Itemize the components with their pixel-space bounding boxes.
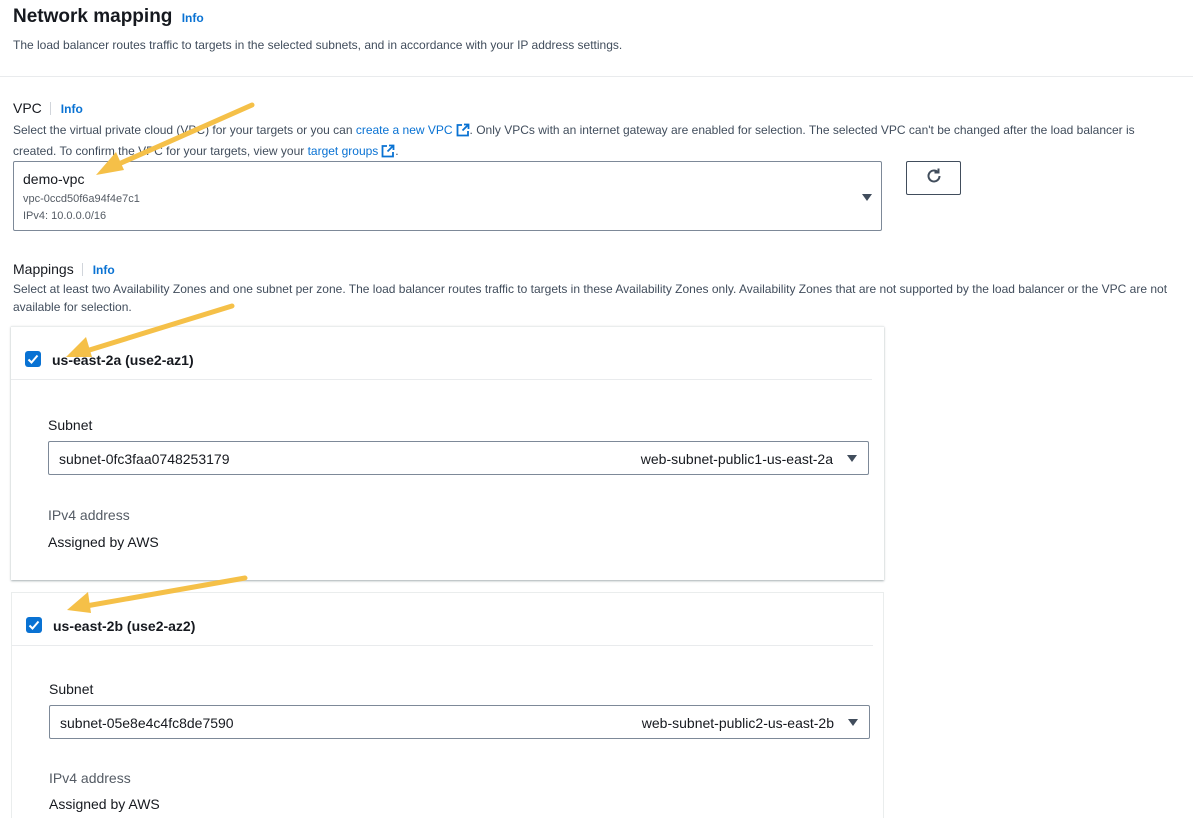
target-groups-link[interactable]: target groups — [308, 144, 379, 158]
caret-down-icon — [862, 194, 872, 201]
checkmark-icon — [28, 620, 40, 630]
vpc-label-row: VPC Info — [13, 100, 83, 116]
vpc-select[interactable]: demo-vpc vpc-0ccd50f6a94f4e7c1 IPv4: 10.… — [13, 161, 882, 231]
zone-checkbox[interactable] — [26, 617, 42, 633]
zone-header: us-east-2a (use2-az1) — [11, 327, 872, 380]
mappings-description: Select at least two Availability Zones a… — [13, 282, 1168, 314]
caret-down-icon — [847, 455, 857, 462]
subnet-id: subnet-0fc3faa0748253179 — [59, 451, 230, 467]
create-vpc-link[interactable]: create a new VPC — [356, 123, 453, 137]
mappings-label: Mappings — [13, 261, 74, 277]
availability-zone-card: us-east-2a (use2-az1) Subnet subnet-0fc3… — [11, 326, 884, 580]
vpc-desc-text-3: . — [395, 144, 399, 158]
zone-header: us-east-2b (use2-az2) — [12, 593, 873, 646]
network-mapping-header: Network mapping Info The load balancer r… — [0, 0, 1193, 77]
vpc-info-link[interactable]: Info — [61, 102, 83, 116]
mappings-label-row: Mappings Info — [13, 261, 115, 277]
ipv4-address-value: Assigned by AWS — [49, 796, 160, 812]
subnet-label: Subnet — [48, 417, 93, 433]
vpc-selected-name: demo-vpc — [23, 171, 85, 187]
subnet-select[interactable]: subnet-0fc3faa0748253179 web-subnet-publ… — [48, 441, 869, 475]
checkmark-icon — [27, 354, 39, 364]
vpc-desc-text-1: Select the virtual private cloud (VPC) f… — [13, 123, 356, 137]
divider — [49, 102, 51, 115]
mappings-info-link[interactable]: Info — [93, 263, 115, 277]
caret-down-icon — [848, 719, 858, 726]
subnet-select[interactable]: subnet-05e8e4c4fc8de7590 web-subnet-publ… — [49, 705, 870, 739]
refresh-icon — [925, 167, 943, 190]
vpc-selected-id: vpc-0ccd50f6a94f4e7c1 — [23, 193, 140, 205]
subnet-id: subnet-05e8e4c4fc8de7590 — [60, 715, 234, 731]
divider — [81, 263, 83, 276]
subnet-label: Subnet — [49, 681, 94, 697]
section-title-text: Network mapping — [13, 6, 173, 27]
availability-zone-card: us-east-2b (use2-az2) Subnet subnet-05e8… — [11, 592, 884, 818]
subnet-name: web-subnet-public2-us-east-2b — [641, 715, 834, 731]
subnet-name: web-subnet-public1-us-east-2a — [640, 451, 833, 467]
section-title: Network mapping Info — [13, 6, 204, 28]
section-description: The load balancer routes traffic to targ… — [13, 38, 623, 52]
zone-label[interactable]: us-east-2a (use2-az1) — [52, 352, 194, 368]
refresh-vpc-button[interactable] — [906, 161, 961, 195]
vpc-label: VPC — [13, 100, 42, 116]
vpc-description: Select the virtual private cloud (VPC) f… — [13, 121, 1181, 163]
zone-checkbox[interactable] — [25, 351, 41, 367]
external-link-icon — [456, 123, 470, 142]
vpc-selected-cidr: IPv4: 10.0.0.0/16 — [23, 210, 107, 222]
zone-label[interactable]: us-east-2b (use2-az2) — [53, 618, 195, 634]
ipv4-address-label: IPv4 address — [49, 770, 131, 786]
ipv4-address-label: IPv4 address — [48, 507, 130, 523]
ipv4-address-value: Assigned by AWS — [48, 534, 159, 550]
header-info-link[interactable]: Info — [182, 11, 204, 25]
